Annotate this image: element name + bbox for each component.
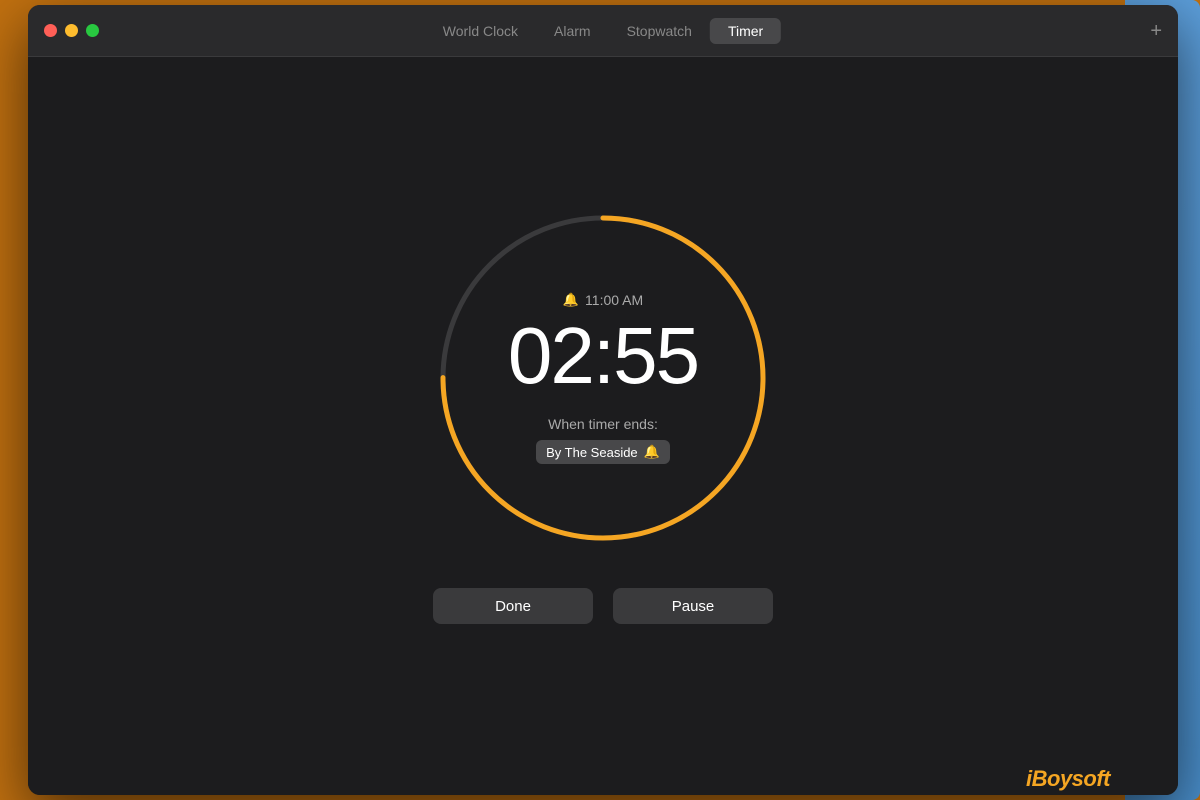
pause-button[interactable]: Pause xyxy=(613,588,773,624)
clock-window: World Clock Alarm Stopwatch Timer + 🔔 11… xyxy=(28,5,1178,795)
timer-circle-container: 🔔 11:00 AM 02:55 When timer ends: By The… xyxy=(433,208,773,548)
tab-alarm[interactable]: Alarm xyxy=(536,18,609,44)
maximize-button[interactable] xyxy=(86,24,99,37)
iboysoft-watermark: iBoysoft xyxy=(1026,766,1110,792)
add-button[interactable]: + xyxy=(1150,21,1162,41)
tab-timer[interactable]: Timer xyxy=(710,18,781,44)
sound-badge[interactable]: By The Seaside 🔔 xyxy=(536,440,670,464)
sound-name: By The Seaside xyxy=(546,445,638,460)
when-ends-label: When timer ends: xyxy=(548,416,658,432)
alarm-time-display: 🔔 11:00 AM xyxy=(563,292,643,308)
sound-badge-icon: 🔔 xyxy=(644,444,660,460)
close-button[interactable] xyxy=(44,24,57,37)
bottom-controls: Done Pause xyxy=(433,588,773,624)
titlebar: World Clock Alarm Stopwatch Timer + xyxy=(28,5,1178,57)
minimize-button[interactable] xyxy=(65,24,78,37)
timer-countdown: 02:55 xyxy=(508,316,698,396)
window-controls xyxy=(28,24,99,37)
bell-icon: 🔔 xyxy=(563,292,579,308)
tab-bar: World Clock Alarm Stopwatch Timer xyxy=(425,18,781,44)
tab-world-clock[interactable]: World Clock xyxy=(425,18,536,44)
done-button[interactable]: Done xyxy=(433,588,593,624)
alarm-time-text: 11:00 AM xyxy=(585,292,643,308)
timer-content: 🔔 11:00 AM 02:55 When timer ends: By The… xyxy=(28,57,1178,795)
timer-inner: 🔔 11:00 AM 02:55 When timer ends: By The… xyxy=(433,208,773,548)
tab-stopwatch[interactable]: Stopwatch xyxy=(609,18,710,44)
